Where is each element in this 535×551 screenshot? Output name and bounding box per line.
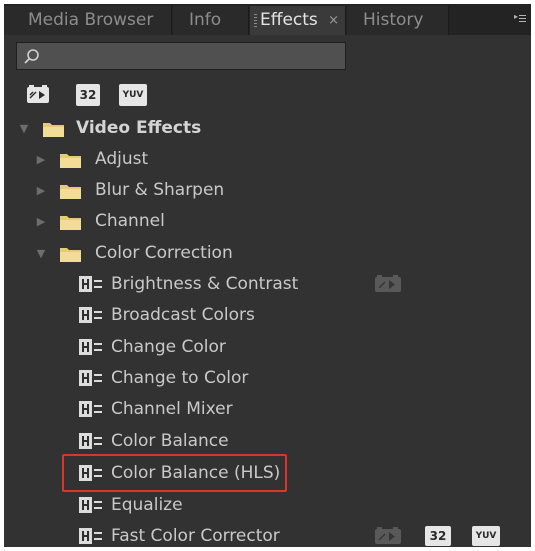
tree-row-channel[interactable]: ▶ Channel bbox=[4, 206, 531, 237]
yuv-label: YUV bbox=[122, 90, 144, 100]
tab-grip-icon[interactable] bbox=[254, 14, 257, 27]
search-input[interactable] bbox=[41, 45, 337, 67]
menu-icon bbox=[519, 15, 526, 23]
accelerated-effect-badge-icon bbox=[375, 275, 401, 292]
folder-icon bbox=[43, 123, 64, 137]
panel-menu-button[interactable]: ▸ bbox=[509, 6, 529, 33]
effect-label: Brightness & Contrast bbox=[111, 274, 299, 294]
folder-icon bbox=[60, 216, 81, 230]
yuv-badge-label: YUV bbox=[475, 531, 497, 541]
effect-item-fast-color-corrector[interactable]: Fast Color Corrector 32 YUV bbox=[4, 521, 531, 547]
folder-icon bbox=[60, 248, 81, 262]
close-icon[interactable]: × bbox=[328, 6, 339, 35]
effect-label: Broadcast Colors bbox=[111, 305, 255, 325]
tree-row-adjust[interactable]: ▶ Adjust bbox=[4, 144, 531, 175]
effect-item-brightness-contrast[interactable]: Brightness & Contrast bbox=[4, 269, 531, 300]
tree-label: Channel bbox=[95, 211, 165, 231]
effect-icon bbox=[79, 401, 102, 417]
tree-label: Blur & Sharpen bbox=[95, 180, 225, 200]
accelerated-effects-filter-button[interactable] bbox=[26, 84, 50, 106]
search-icon bbox=[24, 49, 39, 64]
search-field[interactable] bbox=[16, 42, 346, 70]
32bit-label: 32 bbox=[79, 88, 97, 102]
tab-effects[interactable]: Effects × bbox=[250, 6, 346, 35]
effect-icon bbox=[79, 307, 102, 323]
tab-media-browser-label: Media Browser bbox=[28, 10, 154, 30]
effect-label: Channel Mixer bbox=[111, 399, 233, 419]
tab-effects-label: Effects bbox=[260, 10, 318, 30]
tree-row-video-effects[interactable]: ▼ Video Effects bbox=[4, 113, 531, 144]
effect-item-broadcast-colors[interactable]: Broadcast Colors bbox=[4, 300, 531, 331]
tree-label: Video Effects bbox=[76, 118, 202, 138]
32bit-effect-badge: 32 bbox=[425, 526, 451, 546]
collapsed-triangle-icon[interactable]: ▶ bbox=[35, 175, 47, 206]
effect-item-channel-mixer[interactable]: Channel Mixer bbox=[4, 394, 531, 425]
tree-label: Adjust bbox=[95, 149, 149, 169]
yuv-effects-filter-button[interactable]: YUV bbox=[119, 84, 147, 106]
chevron-right-icon: ▸ bbox=[513, 12, 518, 21]
panel-tab-bar: Media Browser Info Effects × History ▸ bbox=[4, 4, 531, 35]
effect-label: Change Color bbox=[111, 337, 226, 357]
effect-icon bbox=[79, 339, 102, 355]
tab-history[interactable]: History bbox=[347, 6, 449, 35]
effect-icon bbox=[79, 433, 102, 449]
tree-row-blur-sharpen[interactable]: ▶ Blur & Sharpen bbox=[4, 175, 531, 206]
tab-info-label: Info bbox=[189, 10, 222, 30]
effect-item-change-to-color[interactable]: Change to Color bbox=[4, 363, 531, 394]
accelerated-effect-badge-icon bbox=[375, 527, 401, 544]
expand-triangle-icon[interactable]: ▼ bbox=[18, 113, 30, 144]
collapsed-triangle-icon[interactable]: ▶ bbox=[35, 144, 47, 175]
effect-item-change-color[interactable]: Change Color bbox=[4, 332, 531, 363]
folder-icon bbox=[60, 185, 81, 199]
effects-panel: Media Browser Info Effects × History ▸ 3… bbox=[4, 4, 531, 547]
32bit-effects-filter-button[interactable]: 32 bbox=[76, 84, 100, 106]
effect-item-equalize[interactable]: Equalize bbox=[4, 490, 531, 521]
tree-row-color-correction[interactable]: ▼ Color Correction bbox=[4, 238, 531, 269]
collapsed-triangle-icon[interactable]: ▶ bbox=[35, 206, 47, 237]
folder-icon bbox=[60, 154, 81, 168]
effect-label: Equalize bbox=[111, 495, 183, 515]
effect-item-color-balance[interactable]: Color Balance bbox=[4, 426, 531, 457]
effect-icon bbox=[79, 276, 102, 292]
tree-label: Color Correction bbox=[95, 243, 233, 263]
effect-label: Color Balance bbox=[111, 431, 229, 451]
32bit-badge-label: 32 bbox=[429, 529, 447, 543]
effect-icon bbox=[79, 528, 102, 544]
effect-label: Fast Color Corrector bbox=[111, 526, 280, 546]
tab-media-browser[interactable]: Media Browser bbox=[4, 6, 172, 35]
effect-label: Change to Color bbox=[111, 368, 249, 388]
tab-history-label: History bbox=[363, 10, 424, 30]
expand-triangle-icon[interactable]: ▼ bbox=[35, 238, 47, 269]
yuv-effect-badge: YUV bbox=[472, 526, 500, 546]
tab-info[interactable]: Info bbox=[173, 6, 249, 35]
effect-icon bbox=[79, 370, 102, 386]
highlight-box bbox=[62, 454, 287, 492]
effect-icon bbox=[79, 497, 102, 513]
